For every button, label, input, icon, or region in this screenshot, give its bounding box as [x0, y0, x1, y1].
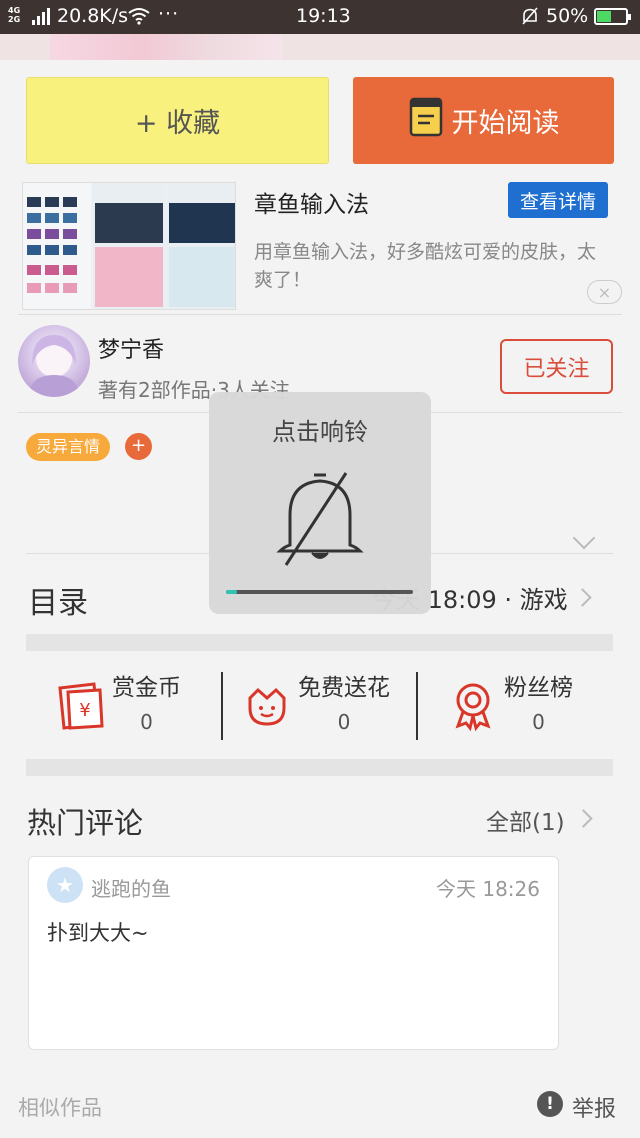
genre-tag[interactable]: 灵异言情	[26, 433, 111, 461]
ad-image[interactable]	[22, 182, 236, 310]
chevron-down-icon[interactable]	[572, 526, 596, 550]
more-notifications-icon: ···	[158, 3, 180, 25]
ad-description: 用章鱼输入法，好多酷炫可爱的皮肤，太爽了！	[254, 241, 597, 291]
reward-value: 0	[532, 710, 545, 734]
volume-slider-track[interactable]	[226, 590, 413, 594]
ad-details-label: 查看详情	[519, 190, 596, 213]
ringer-overlay[interactable]: 点击响铃	[209, 392, 431, 614]
divider	[18, 314, 622, 315]
start-reading-button[interactable]: 开始阅读	[353, 77, 614, 164]
favorite-button[interactable]: + 收藏	[26, 77, 329, 164]
ad-close-button[interactable]: ×	[587, 280, 622, 304]
comment-text: 扑到大大~	[47, 921, 149, 945]
status-bar: 4G 2G 20.8K/s ··· 19:13 50%	[0, 0, 640, 34]
follow-button[interactable]: 已关注	[500, 339, 613, 394]
reward-coins[interactable]: ¥ 赏金币 0	[54, 668, 181, 746]
close-icon: ×	[597, 282, 612, 302]
battery-icon	[594, 8, 631, 25]
reward-label: 免费送花	[298, 675, 390, 701]
ringer-title: 点击响铃	[272, 418, 368, 446]
favorite-label: + 收藏	[134, 108, 221, 139]
flower-icon	[240, 678, 294, 732]
commenter-avatar[interactable]: ★	[47, 867, 83, 903]
add-tag-button[interactable]: +	[125, 433, 152, 460]
section-divider	[26, 759, 613, 776]
divider	[221, 672, 223, 740]
divider	[416, 672, 418, 740]
bell-muted-icon[interactable]	[272, 467, 368, 567]
reward-value: 0	[140, 710, 153, 734]
wifi-icon	[128, 7, 150, 30]
comment-card[interactable]: ★ 逃跑的鱼 今天 18:26 扑到大大~	[28, 856, 559, 1050]
signal-icon	[32, 7, 50, 25]
reward-label: 赏金币	[112, 675, 181, 701]
section-divider	[26, 634, 613, 651]
reward-label: 粉丝榜	[504, 675, 573, 701]
chevron-right-icon[interactable]	[574, 809, 593, 828]
cover-strip	[0, 34, 640, 60]
reward-value: 0	[337, 710, 351, 734]
red-envelope-icon: ¥	[54, 678, 108, 732]
author-name[interactable]: 梦宁香	[98, 332, 164, 364]
hot-comments-title: 热门评论	[27, 806, 144, 840]
volume-slider-fill[interactable]	[226, 590, 237, 594]
battery-percent: 50%	[546, 5, 589, 27]
ad-details-button[interactable]: 查看详情	[508, 182, 608, 218]
start-reading-label: 开始阅读	[451, 108, 560, 139]
similar-works-title: 相似作品	[18, 1096, 102, 1120]
clock: 19:13	[296, 5, 351, 27]
warning-icon[interactable]: !	[537, 1091, 563, 1117]
reward-fans[interactable]: 粉丝榜 0	[446, 668, 573, 746]
report-button[interactable]: 举报	[572, 1091, 616, 1123]
follow-label: 已关注	[523, 356, 590, 382]
chevron-right-icon[interactable]	[573, 588, 592, 607]
medal-icon	[446, 678, 500, 732]
network-type: 4G 2G	[8, 6, 21, 24]
cover-image	[50, 34, 282, 60]
toc-title[interactable]: 目录	[28, 578, 88, 622]
comment-time: 今天 18:26	[436, 877, 540, 901]
network-speed: 20.8K/s	[57, 5, 129, 27]
reward-flowers[interactable]: 免费送花 0	[240, 668, 390, 746]
commenter-name[interactable]: 逃跑的鱼	[91, 873, 171, 902]
ad-title[interactable]: 章鱼输入法	[254, 185, 369, 219]
author-avatar[interactable]	[18, 325, 90, 397]
svg-text:¥: ¥	[79, 700, 90, 721]
silent-mode-icon	[520, 6, 540, 31]
book-icon	[408, 96, 444, 145]
all-comments-link[interactable]: 全部(1)	[486, 803, 565, 837]
